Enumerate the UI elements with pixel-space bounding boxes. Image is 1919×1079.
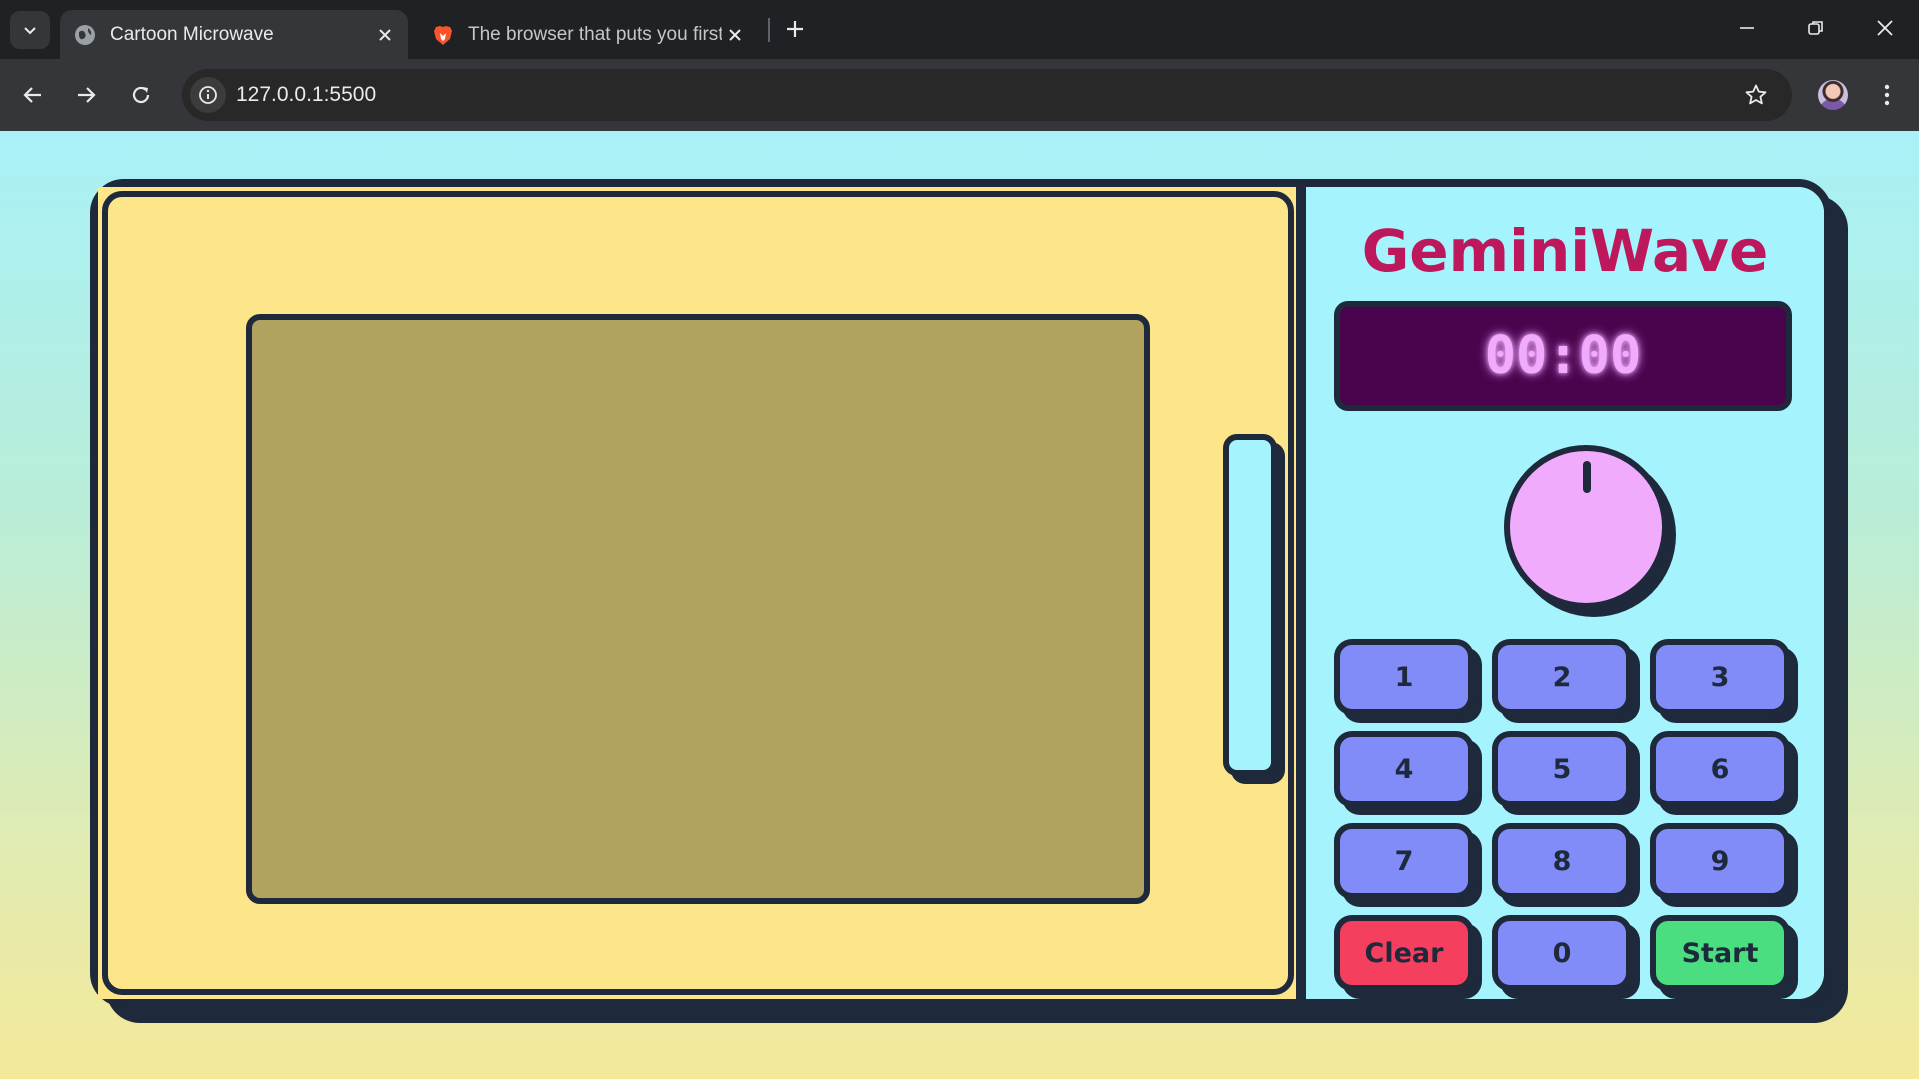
reload-icon: [132, 86, 150, 104]
key-5[interactable]: 5: [1492, 731, 1632, 807]
star-icon: [1745, 84, 1767, 105]
tab-cartoon-microwave[interactable]: Cartoon Microwave: [60, 10, 408, 59]
key-2[interactable]: 2: [1492, 639, 1632, 715]
minimize-icon: [1740, 27, 1754, 29]
arrow-right-icon: [78, 87, 96, 103]
control-panel: GeminiWave 00:00 1 2 3 4 5 6 7 8 9 Clear 0 Start: [1306, 187, 1824, 999]
key-0[interactable]: 0: [1492, 915, 1632, 991]
microwave: GeminiWave 00:00 1 2 3 4 5 6 7 8 9 Clear 0 Start: [90, 179, 1832, 1007]
key-1[interactable]: 1: [1334, 639, 1474, 715]
close-icon: [1877, 20, 1893, 36]
url-text: 127.0.0.1:5500: [236, 83, 377, 106]
close-tab-icon[interactable]: [372, 22, 398, 48]
browser-toolbar: 127.0.0.1:5500: [0, 59, 1919, 131]
page-viewport: GeminiWave 00:00 1 2 3 4 5 6 7 8 9 Clear 0 Start: [0, 131, 1919, 1079]
reload-button[interactable]: [121, 75, 161, 115]
microwave-window: [246, 314, 1150, 904]
address-bar[interactable]: 127.0.0.1:5500: [182, 69, 1792, 121]
microwave-door[interactable]: [98, 187, 1306, 999]
tab-brave[interactable]: The browser that puts you first: [418, 10, 758, 59]
start-button[interactable]: Start: [1650, 915, 1790, 991]
more-vertical-icon: [1884, 84, 1890, 106]
arrow-left-icon: [23, 87, 41, 103]
info-icon: [199, 86, 217, 104]
timer-text: 00:00: [1484, 326, 1642, 386]
dial-pointer: [1583, 461, 1591, 493]
forward-button[interactable]: [66, 75, 106, 115]
door-handle[interactable]: [1223, 434, 1277, 776]
globe-icon: [75, 24, 95, 45]
clear-button[interactable]: Clear: [1334, 915, 1474, 991]
key-6[interactable]: 6: [1650, 731, 1790, 807]
restore-icon: [1808, 21, 1823, 35]
bookmark-button[interactable]: [1742, 81, 1770, 109]
timer-display: 00:00: [1334, 301, 1792, 411]
key-8[interactable]: 8: [1492, 823, 1632, 899]
tab-title: The browser that puts you first: [468, 23, 722, 45]
browser-menu-button[interactable]: [1872, 77, 1902, 113]
restore-button[interactable]: [1796, 8, 1836, 48]
profile-avatar[interactable]: [1818, 80, 1848, 110]
new-tab-button[interactable]: [780, 14, 810, 44]
brand-title: GeminiWave: [1361, 217, 1769, 285]
close-tab-icon[interactable]: [722, 22, 748, 48]
key-4[interactable]: 4: [1334, 731, 1474, 807]
browser-tab-bar: Cartoon Microwave The browser that puts …: [0, 0, 1919, 59]
chevron-down-icon: [24, 27, 36, 35]
brave-lion-icon: [434, 25, 452, 45]
site-info-button[interactable]: [190, 77, 226, 113]
key-7[interactable]: 7: [1334, 823, 1474, 899]
key-9[interactable]: 9: [1650, 823, 1790, 899]
back-button[interactable]: [13, 75, 53, 115]
close-window-button[interactable]: [1865, 8, 1905, 48]
plus-icon: [787, 21, 803, 37]
tab-title: Cartoon Microwave: [110, 23, 274, 45]
key-3[interactable]: 3: [1650, 639, 1790, 715]
keypad: 1 2 3 4 5 6 7 8 9 Clear 0 Start: [1334, 639, 1804, 991]
minimize-button[interactable]: [1727, 8, 1767, 48]
power-dial[interactable]: [1504, 445, 1668, 609]
tab-divider: [768, 18, 770, 42]
tab-search-button[interactable]: [10, 11, 50, 49]
